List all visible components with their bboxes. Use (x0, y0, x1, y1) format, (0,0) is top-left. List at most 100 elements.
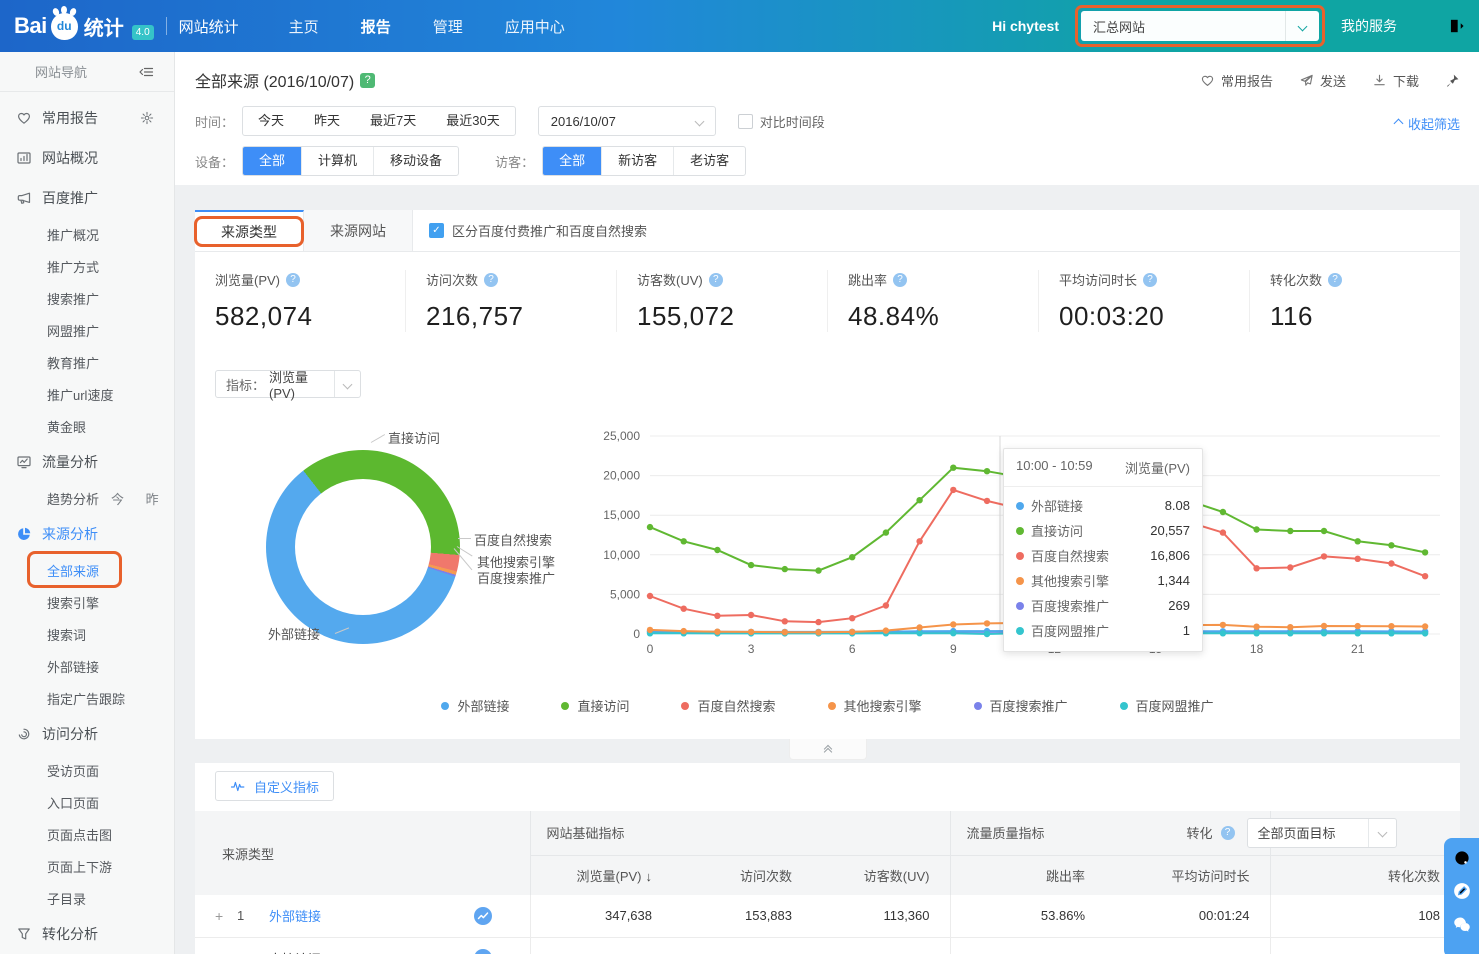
help-icon[interactable]: ? (484, 273, 498, 287)
user-greeting[interactable]: Hi chytest (992, 18, 1059, 34)
action-常用报告[interactable]: 常用报告 (1200, 71, 1273, 90)
sidebar-item-页面上下游[interactable]: 页面上下游 (0, 850, 174, 882)
help-icon[interactable]: ? (1143, 273, 1157, 287)
compare-period-option[interactable]: 对比时间段 (738, 112, 825, 131)
row-expander[interactable]: + (215, 908, 229, 924)
sidebar-item-label: 百度推广 (42, 188, 98, 208)
sidebar-collapse-icon[interactable] (138, 64, 154, 80)
table-row[interactable]: 2直接访问214,47258,32638,41037.39%00:08:108 (195, 937, 1460, 954)
legend-百度搜索推广[interactable]: 百度搜索推广 (974, 696, 1068, 715)
sidebar-item-suffix[interactable]: 今 昨 (111, 489, 168, 508)
collapse-filter-link[interactable]: 收起筛选 (1395, 114, 1460, 133)
preset-最近30天[interactable]: 最近30天 (431, 107, 514, 135)
custom-metric-button[interactable]: 自定义指标 (215, 771, 334, 801)
legend-外部链接[interactable]: 外部链接 (441, 696, 509, 715)
compare-checkbox[interactable] (738, 114, 753, 129)
visitor-新访客[interactable]: 新访客 (601, 147, 673, 175)
sidebar-item-访问分析[interactable]: 访问分析 (0, 714, 174, 754)
sidebar-item-教育推广[interactable]: 教育推广 (0, 346, 174, 378)
nav-item-应用中心[interactable]: 应用中心 (505, 16, 565, 37)
sidebar-item-黄金眼[interactable]: 黄金眼 (0, 410, 174, 442)
visitor-老访客[interactable]: 老访客 (673, 147, 745, 175)
sidebar-item-网盟推广[interactable]: 网盟推广 (0, 314, 174, 346)
collapse-chart-button[interactable] (789, 739, 867, 760)
sidebar-item-全部来源[interactable]: 全部来源 (0, 554, 174, 586)
distinguish-checkbox[interactable]: ✓ (429, 223, 444, 238)
sidebar-item-搜索推广[interactable]: 搜索推广 (0, 282, 174, 314)
legend-直接访问[interactable]: 直接访问 (561, 696, 629, 715)
help-icon[interactable]: ? (286, 273, 300, 287)
tooltip-series-value: 1,344 (1157, 573, 1190, 588)
column-header-转化次数[interactable]: 转化次数 (1388, 869, 1440, 884)
sidebar-item-推广url速度[interactable]: 推广url速度 (0, 378, 174, 410)
sidebar-item-子目录[interactable]: 子目录 (0, 882, 174, 914)
sidebar-item-搜索词[interactable]: 搜索词 (0, 618, 174, 650)
device-全部[interactable]: 全部 (243, 147, 301, 175)
tab-来源类型[interactable]: 来源类型 (195, 210, 304, 251)
sidebar-item-趋势分析[interactable]: 趋势分析今 昨 (0, 482, 174, 514)
preset-昨天[interactable]: 昨天 (299, 107, 355, 135)
help-icon[interactable]: ? (893, 273, 907, 287)
my-services-link[interactable]: 我的服务 (1341, 16, 1397, 36)
column-header-跳出率[interactable]: 跳出率 (1046, 869, 1085, 884)
sidebar-item-网站概况[interactable]: 网站概况 (0, 138, 174, 178)
group-header: 流量质量指标 (967, 823, 1045, 842)
preset-今天[interactable]: 今天 (243, 107, 299, 135)
source-type-name[interactable]: 外部链接 (269, 906, 321, 925)
sidebar-item-百度推广[interactable]: 百度推广 (0, 178, 174, 218)
customer-service-icon[interactable] (1452, 848, 1472, 868)
pin-button[interactable] (1445, 73, 1460, 88)
sidebar-item-指定广告跟踪[interactable]: 指定广告跟踪 (0, 682, 174, 714)
title-help-icon[interactable]: ? (360, 73, 375, 88)
visitor-全部[interactable]: 全部 (543, 147, 601, 175)
sidebar-item-外部链接[interactable]: 外部链接 (0, 650, 174, 682)
column-header-浏览量(PV)[interactable]: 浏览量(PV) (576, 869, 641, 884)
legend-百度自然搜索[interactable]: 百度自然搜索 (681, 696, 775, 715)
nav-item-主页[interactable]: 主页 (289, 16, 319, 37)
sidebar-item-常用报告[interactable]: 常用报告 (0, 98, 174, 138)
metric-selector[interactable]: 指标： 浏览量(PV) (215, 370, 361, 398)
compare-label: 对比时间段 (760, 112, 825, 131)
trend-icon[interactable] (474, 949, 492, 954)
wechat-icon[interactable] (1452, 914, 1472, 934)
legend-其他搜索引擎[interactable]: 其他搜索引擎 (828, 696, 922, 715)
sidebar-item-来源分析[interactable]: 来源分析 (0, 514, 174, 554)
help-icon[interactable]: ? (709, 273, 723, 287)
table-row[interactable]: +1外部链接347,638153,883113,36053.86%00:01:2… (195, 895, 1460, 937)
action-发送[interactable]: 发送 (1299, 71, 1346, 90)
sidebar-item-流量分析[interactable]: 流量分析 (0, 442, 174, 482)
sidebar-item-搜索引擎[interactable]: 搜索引擎 (0, 586, 174, 618)
chevron-down-icon[interactable] (1285, 11, 1319, 41)
help-icon[interactable]: ? (1328, 273, 1342, 287)
sidebar-item-转化分析[interactable]: 转化分析 (0, 914, 174, 954)
trend-icon[interactable] (474, 907, 492, 925)
distinguish-option[interactable]: ✓ 区分百度付费推广和百度自然搜索 (429, 210, 647, 251)
tab-来源网站[interactable]: 来源网站 (304, 210, 413, 251)
preset-最近7天[interactable]: 最近7天 (355, 107, 431, 135)
column-header-平均访问时长[interactable]: 平均访问时长 (1172, 869, 1250, 884)
sidebar-item-入口页面[interactable]: 入口页面 (0, 786, 174, 818)
nav-item-管理[interactable]: 管理 (433, 16, 463, 37)
action-下载[interactable]: 下载 (1372, 71, 1419, 90)
cell-value: 8 (1270, 937, 1460, 954)
sidebar-item-推广概况[interactable]: 推广概况 (0, 218, 174, 250)
goal-selector[interactable]: 全部页面目标 (1247, 818, 1397, 848)
edit-icon[interactable] (1452, 881, 1472, 901)
column-header-访客数(UV)[interactable]: 访客数(UV) (864, 869, 930, 884)
sidebar-item-页面点击图[interactable]: 页面点击图 (0, 818, 174, 850)
sidebar-item-受访页面[interactable]: 受访页面 (0, 754, 174, 786)
device-计算机[interactable]: 计算机 (301, 147, 373, 175)
sidebar-item-推广方式[interactable]: 推广方式 (0, 250, 174, 282)
baidu-tongji-logo[interactable]: Bai du 统计 4.0 网站统计 (0, 12, 239, 41)
site-selector[interactable]: 汇总网站 (1081, 11, 1319, 41)
sort-desc-icon[interactable]: ↓ (646, 869, 653, 884)
device-移动设备[interactable]: 移动设备 (373, 147, 458, 175)
date-selector[interactable]: 2016/10/07 (538, 106, 716, 136)
legend-百度网盟推广[interactable]: 百度网盟推广 (1120, 696, 1214, 715)
gear-icon[interactable] (140, 111, 154, 125)
list-icon[interactable] (1413, 17, 1431, 35)
nav-item-报告[interactable]: 报告 (361, 16, 391, 37)
column-header-访问次数[interactable]: 访问次数 (740, 869, 792, 884)
logout-icon[interactable] (1447, 17, 1465, 35)
help-icon[interactable]: ? (1221, 826, 1235, 840)
